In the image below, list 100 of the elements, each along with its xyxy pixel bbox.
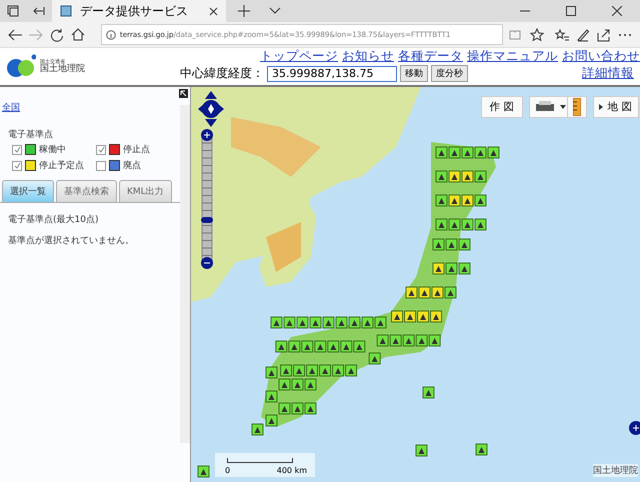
coordinate-button[interactable]: 度分秒 (431, 65, 468, 82)
station-marker-icon[interactable] (418, 286, 430, 298)
station-marker-icon[interactable] (278, 402, 290, 414)
back-icon[interactable] (8, 28, 22, 40)
station-marker-icon[interactable] (428, 334, 441, 346)
legend-checkbox[interactable] (96, 144, 106, 154)
measure-button[interactable] (567, 96, 587, 118)
zoom-in-icon[interactable] (626, 421, 640, 435)
station-marker-icon[interactable] (292, 402, 304, 414)
refresh-icon[interactable] (50, 28, 64, 42)
caret-icon[interactable] (560, 105, 566, 109)
station-marker-icon[interactable] (448, 218, 460, 230)
station-marker-icon[interactable] (462, 170, 474, 182)
tabs-icon[interactable] (7, 5, 19, 17)
station-marker-icon[interactable] (462, 218, 474, 230)
pen-icon[interactable] (576, 28, 590, 42)
station-marker-icon[interactable] (406, 286, 418, 298)
station-marker-icon[interactable] (446, 238, 458, 250)
station-marker-icon[interactable] (314, 340, 326, 352)
area-link[interactable]: 全国 (2, 101, 20, 114)
station-marker-icon[interactable] (458, 238, 470, 250)
more-icon[interactable] (618, 32, 632, 36)
reading-view-icon[interactable] (509, 30, 522, 40)
station-marker-icon[interactable] (458, 262, 470, 274)
header-link[interactable]: トップページ (260, 48, 338, 65)
station-marker-icon[interactable] (304, 378, 316, 390)
station-marker-icon[interactable] (474, 218, 486, 230)
station-marker-icon[interactable] (280, 364, 292, 376)
station-marker-icon[interactable] (474, 146, 486, 158)
station-marker-icon[interactable] (436, 218, 448, 230)
chevron-down-icon[interactable] (269, 7, 281, 15)
station-marker-icon[interactable] (332, 364, 344, 376)
station-marker-icon[interactable] (462, 194, 474, 206)
panel-tab[interactable]: 選択一覧 (2, 180, 54, 202)
station-marker-icon[interactable] (293, 364, 305, 376)
station-marker-icon[interactable] (436, 170, 448, 182)
station-marker-icon[interactable] (252, 424, 264, 436)
station-marker-icon[interactable] (368, 352, 381, 364)
station-marker-icon[interactable] (474, 170, 486, 182)
station-marker-icon[interactable] (446, 262, 458, 274)
station-marker-icon[interactable] (391, 310, 403, 322)
scrollbar[interactable] (180, 105, 190, 443)
station-marker-icon[interactable] (448, 170, 460, 182)
station-marker-icon[interactable] (270, 316, 282, 328)
station-marker-icon[interactable] (266, 366, 278, 378)
station-marker-icon[interactable] (404, 310, 416, 322)
station-marker-icon[interactable] (288, 340, 300, 352)
station-marker-icon[interactable] (340, 340, 352, 352)
station-marker-icon[interactable] (488, 146, 500, 158)
close-icon[interactable] (612, 6, 622, 16)
browser-tab[interactable]: データ提供サービス (52, 0, 226, 22)
station-marker-icon[interactable] (444, 286, 456, 298)
station-marker-icon[interactable] (278, 378, 290, 390)
station-marker-icon[interactable] (336, 316, 348, 328)
station-marker-icon[interactable] (198, 466, 210, 478)
draw-button[interactable]: 作 図 (481, 96, 523, 118)
panel-tab[interactable]: KML出力 (119, 180, 172, 202)
header-link[interactable]: お問い合わせ (562, 48, 640, 65)
map-button[interactable]: 地 図 (593, 96, 639, 118)
back-tab-icon[interactable] (33, 6, 45, 16)
detail-link[interactable]: 詳細情報 (582, 65, 634, 82)
home-icon[interactable] (71, 28, 86, 41)
close-icon[interactable] (209, 6, 218, 16)
station-marker-icon[interactable] (284, 316, 296, 328)
station-marker-icon[interactable] (266, 414, 278, 426)
station-marker-icon[interactable] (432, 238, 444, 250)
collapse-icon[interactable] (179, 89, 188, 98)
star-icon[interactable] (530, 28, 544, 42)
station-marker-icon[interactable] (376, 334, 389, 346)
pan-control-icon[interactable] (198, 91, 224, 127)
station-marker-icon[interactable] (322, 316, 334, 328)
station-marker-icon[interactable] (390, 334, 402, 346)
station-marker-icon[interactable] (416, 444, 428, 456)
panel-tab[interactable]: 基準点検索 (56, 180, 117, 202)
station-marker-icon[interactable] (306, 364, 318, 376)
station-marker-icon[interactable] (474, 194, 486, 206)
station-marker-icon[interactable] (319, 364, 331, 376)
station-marker-icon[interactable] (436, 146, 448, 158)
info-icon[interactable] (106, 30, 116, 40)
station-marker-icon[interactable] (304, 402, 316, 414)
station-marker-icon[interactable] (430, 310, 442, 322)
station-marker-icon[interactable] (374, 316, 386, 328)
share-icon[interactable] (597, 28, 612, 42)
header-link[interactable]: 各種データ (398, 48, 463, 65)
station-marker-icon[interactable] (348, 316, 360, 328)
station-marker-icon[interactable] (353, 340, 366, 352)
station-marker-icon[interactable] (462, 146, 474, 158)
station-marker-icon[interactable] (301, 340, 314, 352)
minimize-icon[interactable] (520, 10, 530, 12)
coordinate-button[interactable]: 移動 (400, 65, 428, 82)
station-marker-icon[interactable] (416, 334, 428, 346)
station-marker-icon[interactable] (448, 194, 460, 206)
station-marker-icon[interactable] (327, 340, 340, 352)
favorites-icon[interactable] (554, 28, 569, 40)
legend-checkbox[interactable] (12, 160, 22, 170)
print-button[interactable] (529, 96, 568, 118)
station-marker-icon[interactable] (476, 444, 488, 456)
station-marker-icon[interactable] (345, 364, 357, 376)
station-marker-icon[interactable] (292, 378, 304, 390)
legend-checkbox[interactable] (96, 160, 106, 170)
